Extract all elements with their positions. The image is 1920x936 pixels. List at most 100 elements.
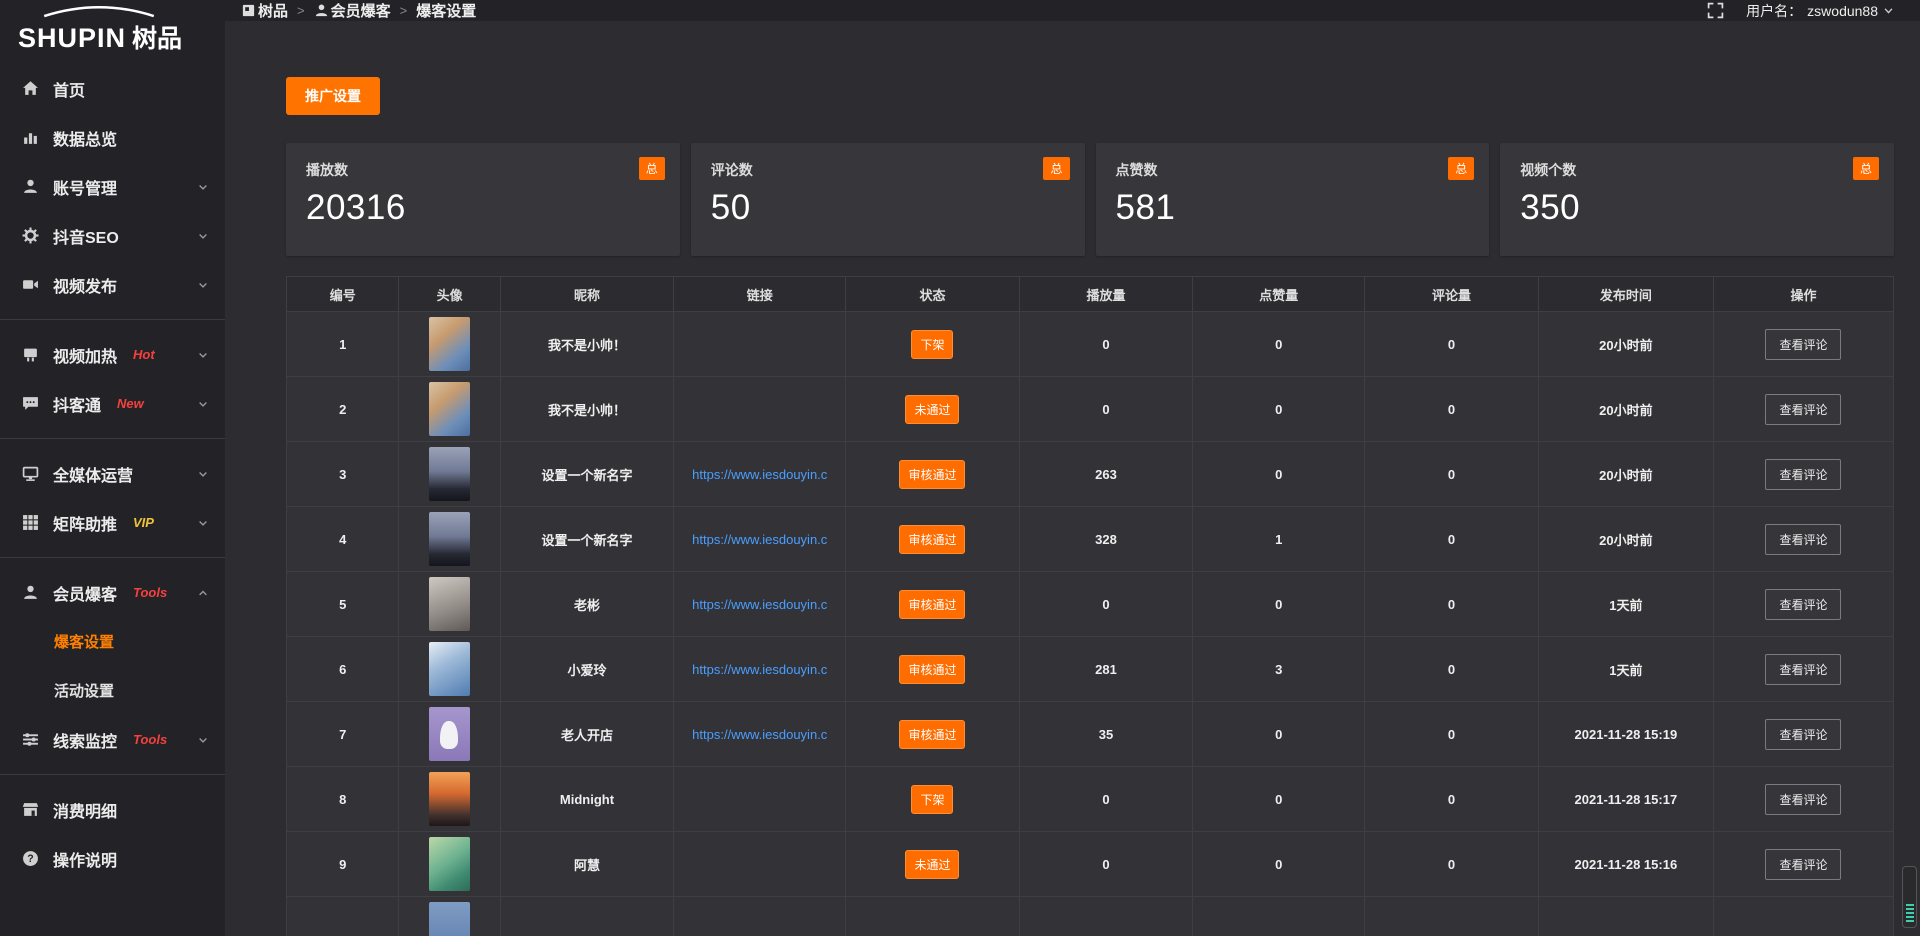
row-comments: 0 [1365,312,1539,377]
row-plays: 0 [1019,377,1193,442]
sidebar-item-label: 视频加热 [53,343,117,367]
sidebar-menu: 首页 数据总览 账号管理 抖音SEO 视频发布 视频加热 Hot [0,60,225,883]
sidebar-item-consumption-details[interactable]: 消费明细 [0,785,225,834]
sidebar-item-all-media[interactable]: 全媒体运营 [0,449,225,498]
row-id: 1 [287,312,399,377]
row-nickname: 我不是小帅！ [500,377,674,442]
status-badge: 审核通过 [899,460,965,489]
row-time: 2021-11-28 15:16 [1538,832,1713,897]
view-comments-button[interactable]: 查看评论 [1765,849,1841,880]
sidebar-item-video-publish[interactable]: 视频发布 [0,260,225,309]
user-icon [22,178,39,195]
divider [0,319,225,320]
sidebar-item-label: 视频发布 [53,273,117,297]
row-id: 2 [287,377,399,442]
sidebar-subitem-activity-settings[interactable]: 活动设置 [0,666,225,715]
vip-badge: VIP [133,515,154,530]
chat-bubble-icon [22,395,39,412]
sidebar-item-member-baoke[interactable]: 会员爆客 Tools [0,568,225,617]
status-badge: 审核通过 [899,720,965,749]
row-comments: 0 [1365,377,1539,442]
logo: SHUPIN 树品 [0,0,225,60]
row-link[interactable]: https://www.iesdouyin.c [674,507,846,572]
question-circle-icon: ? [22,850,39,867]
row-link[interactable]: https://www.iesdouyin.c [674,702,846,767]
row-link[interactable] [674,767,846,832]
sidebar-item-clue-monitor[interactable]: 线索监控 Tools [0,715,225,764]
col-id: 编号 [287,277,399,312]
avatar [429,447,470,501]
stat-value: 350 [1520,188,1879,228]
view-comments-button[interactable]: 查看评论 [1765,784,1841,815]
row-link[interactable]: https://www.iesdouyin.c [674,637,846,702]
chevron-down-icon [197,279,209,291]
sidebar-item-douketong[interactable]: 抖客通 New [0,379,225,428]
username-prefix: 用户名： [1746,1,1802,21]
stat-value: 581 [1116,188,1475,228]
row-id: 4 [287,507,399,572]
sidebar-item-matrix-boost[interactable]: 矩阵助推 VIP [0,498,225,547]
view-comments-button[interactable]: 查看评论 [1765,654,1841,685]
row-link[interactable] [674,832,846,897]
stat-value: 50 [711,188,1070,228]
total-badge: 总 [1448,157,1474,180]
col-comments: 评论量 [1365,277,1539,312]
row-link[interactable]: https://www.iesdouyin.c [674,442,846,507]
chevron-down-icon [197,468,209,480]
row-likes: 0 [1193,377,1365,442]
breadcrumb-member-baoke[interactable]: 会员爆客 [314,0,391,21]
view-comments-button[interactable]: 查看评论 [1765,329,1841,360]
avatar [429,902,470,936]
breadcrumb-label: 爆客设置 [416,0,476,21]
grid-icon [22,514,39,531]
status-badge: 下架 [911,330,953,359]
avatar [429,772,470,826]
home-icon [22,80,39,97]
row-time: 20小时前 [1538,377,1713,442]
stat-cards: 播放数 20316 总 评论数 50 总 点赞数 581 总 视频个数 350 … [286,143,1894,256]
row-plays: 0 [1019,832,1193,897]
stat-card-comments: 评论数 50 总 [691,143,1085,256]
sidebar-subitem-baoke-settings[interactable]: 爆客设置 [0,617,225,666]
table-row: 4 设置一个新名字 https://www.iesdouyin.c 审核通过 3… [287,507,1894,572]
sidebar-item-home[interactable]: 首页 [0,64,225,113]
row-nickname: 设置一个新名字 [500,442,674,507]
divider [0,557,225,558]
sidebar-item-label: 会员爆客 [53,581,117,605]
sidebar-item-douyin-seo[interactable]: 抖音SEO [0,211,225,260]
table-row: 6 小爱玲 https://www.iesdouyin.c 审核通过 281 3… [287,637,1894,702]
browser-extension-widget[interactable] [1902,866,1917,928]
row-link[interactable] [674,377,846,442]
row-plays: 0 [1019,767,1193,832]
new-badge: New [117,396,144,411]
row-nickname: Midnight [500,767,674,832]
row-plays: 328 [1019,507,1193,572]
view-comments-button[interactable]: 查看评论 [1765,524,1841,555]
view-comments-button[interactable]: 查看评论 [1765,719,1841,750]
divider [0,438,225,439]
total-badge: 总 [1043,157,1069,180]
promotion-settings-button[interactable]: 推广设置 [286,77,380,115]
view-comments-button[interactable]: 查看评论 [1765,589,1841,620]
stat-value: 20316 [306,188,665,228]
sidebar-item-label: 全媒体运营 [53,462,133,486]
view-comments-button[interactable]: 查看评论 [1765,459,1841,490]
sliders-icon [22,731,39,748]
view-comments-button[interactable]: 查看评论 [1765,394,1841,425]
sidebar-item-data-overview[interactable]: 数据总览 [0,113,225,162]
breadcrumb-home[interactable]: 树品 [241,0,288,21]
chevron-down-icon [197,398,209,410]
sidebar-item-video-heat[interactable]: 视频加热 Hot [0,330,225,379]
row-link[interactable] [674,312,846,377]
videos-table: 编号 头像 昵称 链接 状态 播放量 点赞量 评论量 发布时间 操作 1 [286,276,1894,936]
sidebar-item-operation-guide[interactable]: ? 操作说明 [0,834,225,883]
sidebar-item-account-management[interactable]: 账号管理 [0,162,225,211]
fullscreen-icon[interactable] [1707,2,1724,19]
row-time: 1天前 [1538,637,1713,702]
row-link[interactable]: https://www.iesdouyin.c [674,572,846,637]
screen-legs-icon [22,346,39,363]
user-menu[interactable]: 用户名：zswodun88 [1746,1,1894,21]
sidebar-item-label: 数据总览 [53,126,117,150]
row-plays: 0 [1019,572,1193,637]
col-likes: 点赞量 [1193,277,1365,312]
